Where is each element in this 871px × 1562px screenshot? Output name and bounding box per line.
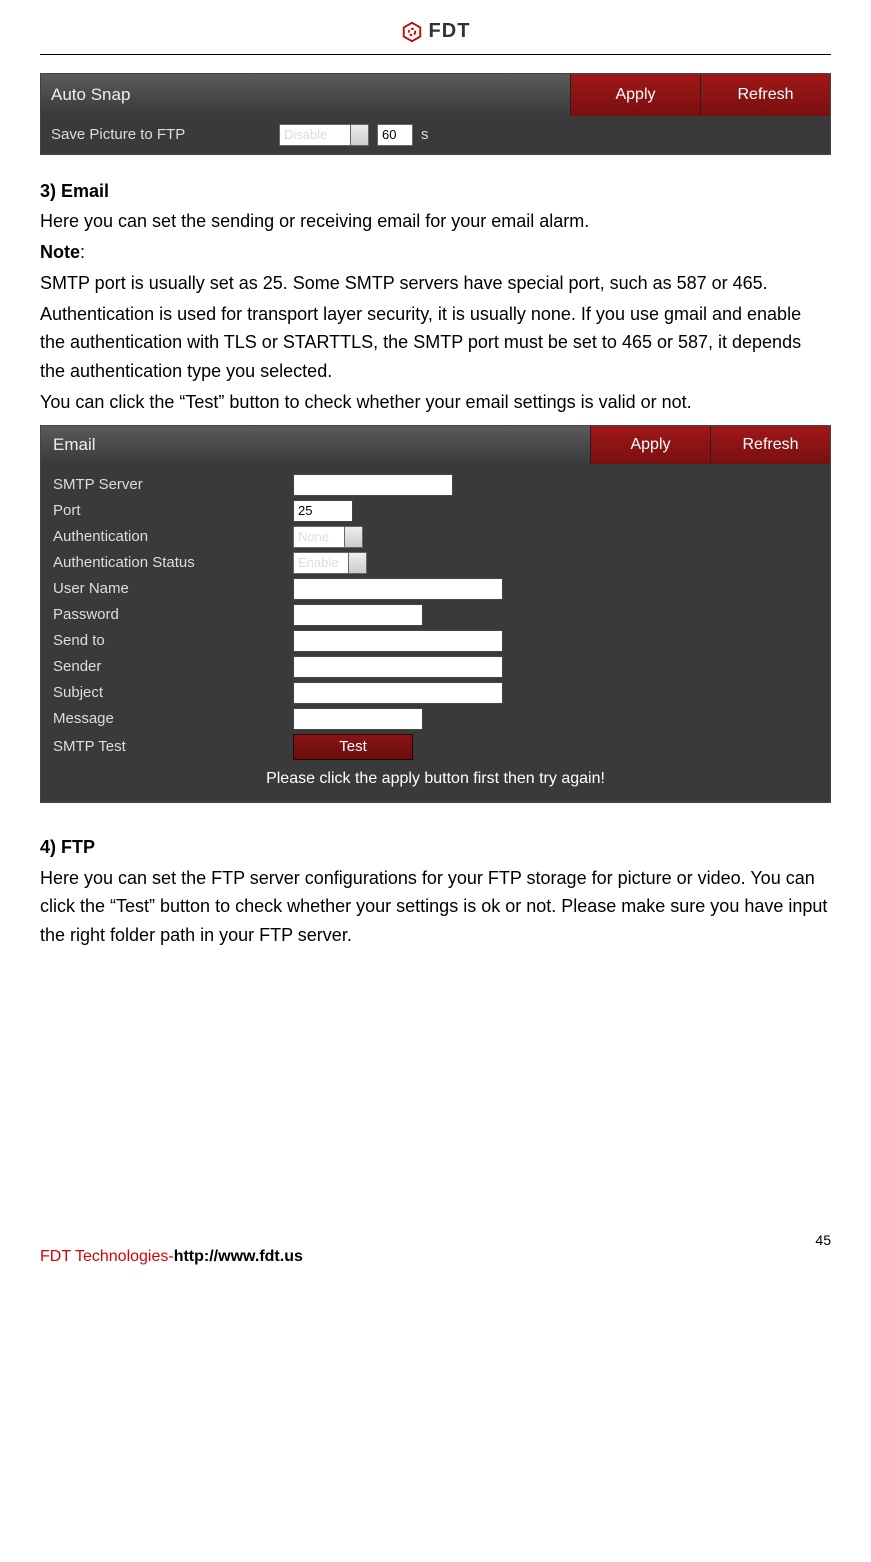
section-3-heading: 3) Email: [40, 177, 831, 206]
auth-status-select[interactable]: Enable: [293, 552, 349, 574]
message-label: Message: [53, 710, 293, 727]
test-button[interactable]: Test: [293, 734, 413, 760]
footer-company: FDT Technologies-: [40, 1248, 174, 1265]
auth-select[interactable]: None: [293, 526, 345, 548]
autosnap-row: Save Picture to FTP Disable ▼ s: [41, 116, 830, 154]
email-hint: Please click the apply button first then…: [53, 770, 818, 788]
sendto-label: Send to: [53, 632, 293, 649]
page-number: 45: [40, 1232, 831, 1248]
smtp-test-label: SMTP Test: [53, 738, 293, 755]
apply-button[interactable]: Apply: [570, 74, 700, 116]
section-3-p4: You can click the “Test” button to check…: [40, 388, 831, 417]
note-label: Note: [40, 242, 80, 262]
password-label: Password: [53, 606, 293, 623]
auth-label: Authentication: [53, 528, 293, 545]
email-body: SMTP Server Port Authentication None ▼ A…: [41, 464, 830, 802]
message-input[interactable]: [293, 708, 423, 730]
page-footer: 45 FDT Technologies-http://www.fdt.us: [0, 1232, 871, 1286]
autosnap-interval-input[interactable]: [377, 124, 413, 146]
note-colon: :: [80, 242, 85, 262]
apply-button[interactable]: Apply: [590, 426, 710, 464]
header-bar: FDT: [40, 20, 831, 55]
subject-input[interactable]: [293, 682, 503, 704]
section-4-heading: 4) FTP: [40, 833, 831, 862]
refresh-button[interactable]: Refresh: [710, 426, 830, 464]
chevron-down-icon[interactable]: ▼: [349, 552, 367, 574]
port-label: Port: [53, 502, 293, 519]
section-4-p1: Here you can set the FTP server configur…: [40, 864, 831, 950]
chevron-down-icon[interactable]: ▼: [345, 526, 363, 548]
smtp-server-input[interactable]: [293, 474, 453, 496]
username-label: User Name: [53, 580, 293, 597]
brand-logo: FDT: [401, 20, 471, 43]
chevron-down-icon[interactable]: ▼: [351, 124, 369, 146]
smtp-server-label: SMTP Server: [53, 476, 293, 493]
sendto-input[interactable]: [293, 630, 503, 652]
email-header: Email Apply Refresh: [41, 426, 830, 464]
username-input[interactable]: [293, 578, 503, 600]
autosnap-panel: Auto Snap Apply Refresh Save Picture to …: [40, 73, 831, 155]
email-panel: Email Apply Refresh SMTP Server Port Aut…: [40, 425, 831, 803]
autosnap-title: Auto Snap: [41, 74, 570, 116]
section-3-p1: Here you can set the sending or receivin…: [40, 207, 831, 236]
autosnap-row-label: Save Picture to FTP: [51, 126, 271, 143]
section-4-text: 4) FTP Here you can set the FTP server c…: [40, 833, 831, 950]
sender-label: Sender: [53, 658, 293, 675]
autosnap-header: Auto Snap Apply Refresh: [41, 74, 830, 116]
auth-status-label: Authentication Status: [53, 554, 293, 571]
password-input[interactable]: [293, 604, 423, 626]
autosnap-unit: s: [421, 126, 429, 143]
brand-text: FDT: [429, 20, 471, 43]
autosnap-select[interactable]: Disable: [279, 124, 351, 146]
email-title: Email: [41, 426, 590, 464]
section-3-p3: Authentication is used for transport lay…: [40, 300, 831, 386]
sender-input[interactable]: [293, 656, 503, 678]
refresh-button[interactable]: Refresh: [700, 74, 830, 116]
port-input[interactable]: [293, 500, 353, 522]
subject-label: Subject: [53, 684, 293, 701]
section-3-p2: SMTP port is usually set as 25. Some SMT…: [40, 269, 831, 298]
section-3-text: 3) Email Here you can set the sending or…: [40, 177, 831, 417]
footer-url: http://www.fdt.us: [174, 1248, 303, 1265]
hexagon-icon: [401, 21, 423, 43]
